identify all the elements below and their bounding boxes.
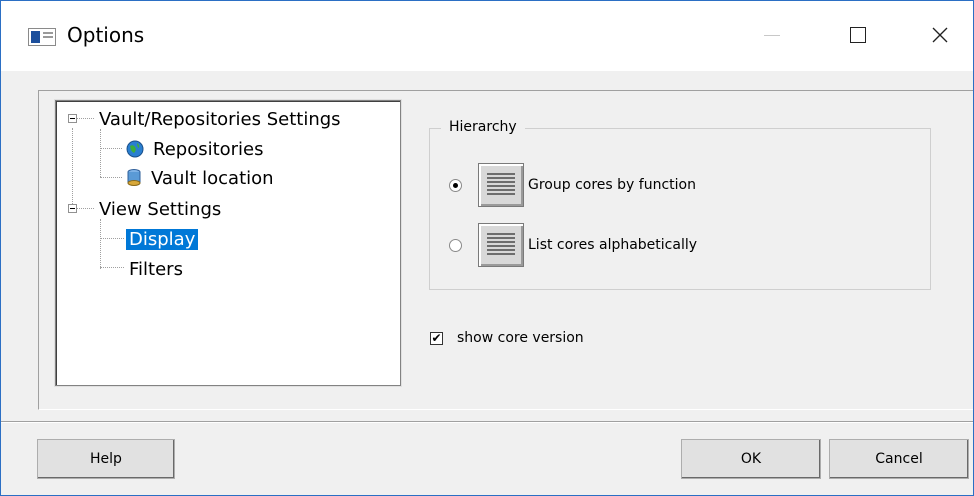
maximize-icon	[850, 27, 866, 43]
cancel-button[interactable]: Cancel	[829, 439, 969, 479]
radio-label: Group cores by function	[528, 177, 696, 193]
list-alphabetically-option[interactable]: List cores alphabetically	[449, 223, 697, 267]
tree-item-vault-repositories-settings[interactable]: Vault/Repositories Settings	[96, 106, 344, 132]
maximize-button[interactable]	[835, 13, 881, 57]
tree-connector	[72, 128, 73, 208]
tree-item-filters[interactable]: Filters	[126, 256, 186, 282]
close-button[interactable]	[917, 13, 963, 57]
radio-label: List cores alphabetically	[528, 237, 698, 253]
minimize-button[interactable]	[749, 13, 795, 57]
help-button[interactable]: Help	[37, 439, 175, 479]
tree-item-vault-location[interactable]: Vault location	[126, 165, 277, 191]
title-bar: Options	[1, 1, 973, 71]
tree-item-repositories[interactable]: Repositories	[126, 136, 267, 162]
window-title: Options	[67, 23, 145, 47]
close-icon	[932, 27, 948, 43]
tree-item-label: Display	[126, 228, 199, 250]
tree-connector	[76, 208, 94, 209]
tree-item-label: Vault/Repositories Settings	[99, 108, 341, 130]
tree-item-label: Vault location	[151, 167, 274, 189]
show-core-version-checkbox[interactable]: ✔	[430, 331, 443, 345]
globe-icon	[126, 140, 144, 158]
tree-connector	[100, 267, 124, 268]
list-icon	[478, 223, 524, 267]
hierarchy-legend: Hierarchy	[441, 119, 525, 135]
button-separator	[1, 421, 973, 423]
tree-item-label: Repositories	[153, 138, 264, 160]
minus-expander-icon[interactable]	[68, 204, 77, 213]
tree-item-display[interactable]: Display	[126, 226, 199, 252]
tree-connector	[100, 219, 101, 269]
tree-item-label: Filters	[129, 258, 183, 280]
tree-connector	[76, 118, 94, 119]
ok-button[interactable]: OK	[681, 439, 821, 479]
app-window-icon	[28, 28, 56, 46]
radio-button[interactable]	[449, 178, 462, 192]
tree-item-label: View Settings	[99, 198, 222, 220]
tree-connector	[100, 177, 122, 178]
tree-connector	[100, 148, 122, 149]
checkbox-label: show core version	[457, 330, 584, 346]
settings-tree[interactable]: Vault/Repositories Settings Repositories…	[55, 100, 401, 386]
list-icon	[478, 163, 524, 207]
database-icon	[127, 169, 141, 186]
minimize-icon	[764, 34, 780, 36]
show-core-version-option[interactable]: ✔ show core version	[430, 330, 584, 346]
options-dialog: Options Vault/Repositories Settings Repo…	[0, 0, 974, 496]
tree-item-view-settings[interactable]: View Settings	[96, 196, 224, 222]
group-by-function-option[interactable]: Group cores by function	[449, 163, 696, 207]
radio-button[interactable]	[449, 238, 462, 252]
minus-expander-icon[interactable]	[68, 114, 77, 123]
tree-connector	[100, 238, 124, 239]
tree-connector	[100, 129, 101, 177]
